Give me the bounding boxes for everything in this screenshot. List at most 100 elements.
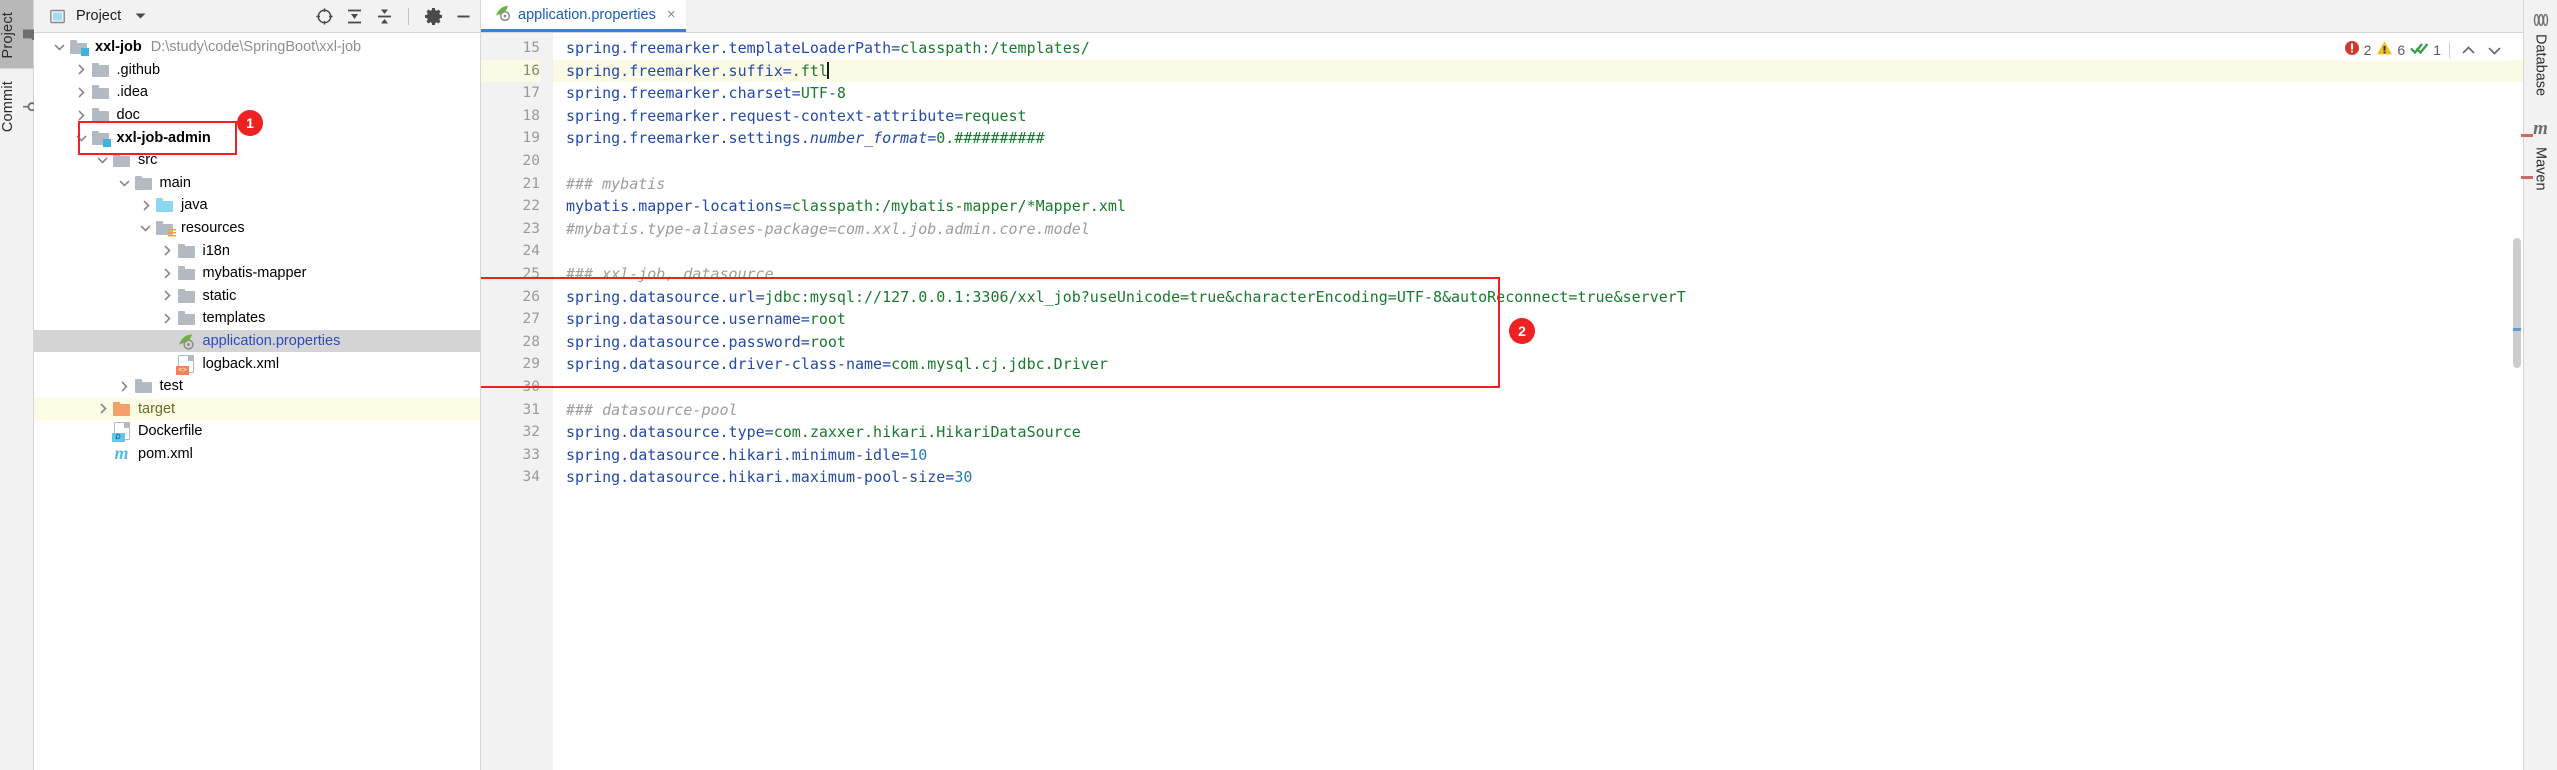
- code-line[interactable]: spring.datasource.url=jdbc:mysql://127.0…: [553, 286, 2523, 309]
- rail-button-project[interactable]: Project: [0, 0, 39, 69]
- code-line[interactable]: spring.freemarker.templateLoaderPath=cla…: [553, 37, 2523, 60]
- code-token: root: [809, 310, 846, 329]
- tree-row-templates[interactable]: templates: [34, 307, 480, 330]
- code-line[interactable]: spring.datasource.username=root: [553, 308, 2523, 331]
- tree-node-label: pom.xml: [138, 445, 193, 462]
- tab-application-properties[interactable]: application.properties ×: [481, 0, 686, 32]
- error-count: 2: [2363, 41, 2372, 58]
- code-line[interactable]: spring.freemarker.settings.number_format…: [553, 127, 2523, 150]
- chevron-down-icon[interactable]: [2484, 42, 2505, 58]
- chevron-right-icon[interactable]: [160, 288, 175, 303]
- code-line[interactable]: spring.datasource.driver-class-name=com.…: [553, 353, 2523, 376]
- tree-node-label: application.properties: [202, 333, 341, 350]
- chevron-right-icon[interactable]: [117, 379, 132, 394]
- project-tree[interactable]: xxl-job D:\study\code\SpringBoot\xxl-job.…: [34, 33, 480, 770]
- settings-gear-icon[interactable]: [422, 5, 444, 27]
- chevron-right-icon[interactable]: [74, 62, 89, 77]
- code-line[interactable]: spring.freemarker.charset=UTF-8: [553, 82, 2523, 105]
- code-line[interactable]: ### mybatis: [553, 173, 2523, 196]
- chevron-right-icon[interactable]: [160, 266, 175, 281]
- tree-row-resources[interactable]: resources: [34, 217, 480, 240]
- tree-node-icon: [177, 287, 196, 304]
- code-line[interactable]: ### xxl-job, datasource: [553, 263, 2523, 286]
- chevron-right-icon[interactable]: [160, 311, 175, 326]
- code-token: spring.datasource.hikari.minimum-idle=: [566, 445, 910, 464]
- code-content[interactable]: spring.freemarker.templateLoaderPath=cla…: [553, 33, 2523, 770]
- tree-row-main[interactable]: main: [34, 172, 480, 195]
- code-line[interactable]: spring.datasource.type=com.zaxxer.hikari…: [553, 421, 2523, 444]
- warning-indicator[interactable]: 6: [2376, 40, 2405, 59]
- code-line[interactable]: ### datasource-pool: [553, 399, 2523, 422]
- select-opened-file-icon[interactable]: [313, 5, 335, 27]
- rail-button-commit[interactable]: Commit: [0, 69, 40, 142]
- code-token: classpath:/templates/: [900, 39, 1090, 57]
- code-token: UTF-8: [800, 84, 846, 103]
- tree-row-test[interactable]: test: [34, 375, 480, 398]
- tree-node-icon: [177, 265, 196, 282]
- docker-file-icon: D: [111, 422, 130, 443]
- line-number: 29: [522, 356, 540, 373]
- chevron-right-icon[interactable]: [74, 108, 89, 123]
- code-line[interactable]: spring.datasource.hikari.maximum-pool-si…: [553, 466, 2523, 489]
- chevron-down-icon[interactable]: [95, 153, 110, 168]
- chevron-down-icon[interactable]: [129, 5, 151, 27]
- code-line[interactable]: spring.datasource.hikari.minimum-idle=10: [553, 444, 2523, 467]
- code-editor[interactable]: 15 16 17 18 19 20 21 22 23 24 25 26 27 28 29 30 31 32 33 34…: [481, 33, 2523, 770]
- collapse-all-icon[interactable]: [373, 5, 395, 27]
- chevron-down-icon[interactable]: [52, 40, 67, 55]
- tree-node-icon: [177, 333, 196, 350]
- chevron-right-icon[interactable]: [138, 198, 153, 213]
- tree-row-pom-xml[interactable]: m pom.xml: [34, 443, 480, 466]
- inspection-ok-indicator[interactable]: 1: [2410, 40, 2441, 59]
- tree-row-i18n[interactable]: i18n: [34, 239, 480, 262]
- tree-row-application-properties[interactable]: application.properties: [34, 329, 480, 353]
- rail-label-commit: Commit: [0, 80, 16, 132]
- spring-file-icon: [177, 333, 195, 350]
- line-number: 26: [522, 288, 540, 305]
- tree-row--idea[interactable]: .idea: [34, 81, 480, 104]
- project-panel-title: Project: [76, 8, 122, 24]
- editor-marker-tick[interactable]: [2513, 328, 2521, 331]
- hide-panel-icon[interactable]: [452, 5, 474, 27]
- tree-row-logback-xml[interactable]: <> logback.xml: [34, 352, 480, 375]
- tree-row-src[interactable]: src: [34, 149, 480, 172]
- code-line[interactable]: [553, 376, 2523, 399]
- line-number: 32: [522, 424, 540, 441]
- target-folder-icon: [113, 401, 130, 416]
- project-panel: Project xxl-job D:\study\code\SpringBoot…: [34, 0, 481, 770]
- tree-row-target[interactable]: target: [34, 397, 480, 421]
- tree-row-static[interactable]: static: [34, 285, 480, 308]
- tree-row-xxl-job[interactable]: xxl-job D:\study\code\SpringBoot\xxl-job: [34, 36, 480, 59]
- chevron-down-icon[interactable]: [74, 130, 89, 145]
- editor-scrollbar-thumb[interactable]: [2513, 238, 2521, 368]
- tree-node-icon: [69, 39, 89, 57]
- chevron-right-icon[interactable]: [74, 85, 89, 100]
- chevron-down-icon[interactable]: [117, 175, 132, 190]
- maven-file-icon: m: [114, 443, 129, 464]
- code-line[interactable]: spring.freemarker.suffix=.ftl: [553, 59, 2523, 83]
- code-line[interactable]: [553, 150, 2523, 173]
- chevron-down-icon[interactable]: [138, 221, 153, 236]
- line-number: 24: [522, 243, 540, 260]
- code-line[interactable]: spring.datasource.password=root: [553, 331, 2523, 354]
- tree-arrow-placeholder: [95, 446, 110, 461]
- code-line[interactable]: mybatis.mapper-locations=classpath:/myba…: [553, 195, 2523, 218]
- close-icon[interactable]: ×: [667, 6, 676, 23]
- code-line[interactable]: #mybatis.type-aliases-package=com.xxl.jo…: [553, 218, 2523, 241]
- error-indicator[interactable]: 2: [2344, 40, 2372, 59]
- code-line[interactable]: spring.freemarker.request-context-attrib…: [553, 105, 2523, 128]
- chevron-up-icon[interactable]: [2458, 42, 2479, 58]
- code-token: ### mybatis: [566, 174, 666, 193]
- code-line[interactable]: [553, 240, 2523, 263]
- tree-row-dockerfile[interactable]: D Dockerfile: [34, 420, 480, 443]
- tree-row-java[interactable]: java: [34, 194, 480, 217]
- rail-button-database[interactable]: Database: [2524, 0, 2557, 106]
- chevron-right-icon[interactable]: [95, 401, 110, 416]
- expand-all-icon[interactable]: [343, 5, 365, 27]
- chevron-right-icon[interactable]: [160, 243, 175, 258]
- rail-label-database: Database: [2532, 34, 2549, 97]
- tree-arrow-placeholder: [160, 334, 175, 349]
- rail-button-maven[interactable]: m Maven: [2524, 106, 2557, 201]
- tree-row--github[interactable]: .github: [34, 59, 480, 82]
- tree-row-mybatis-mapper[interactable]: mybatis-mapper: [34, 262, 480, 285]
